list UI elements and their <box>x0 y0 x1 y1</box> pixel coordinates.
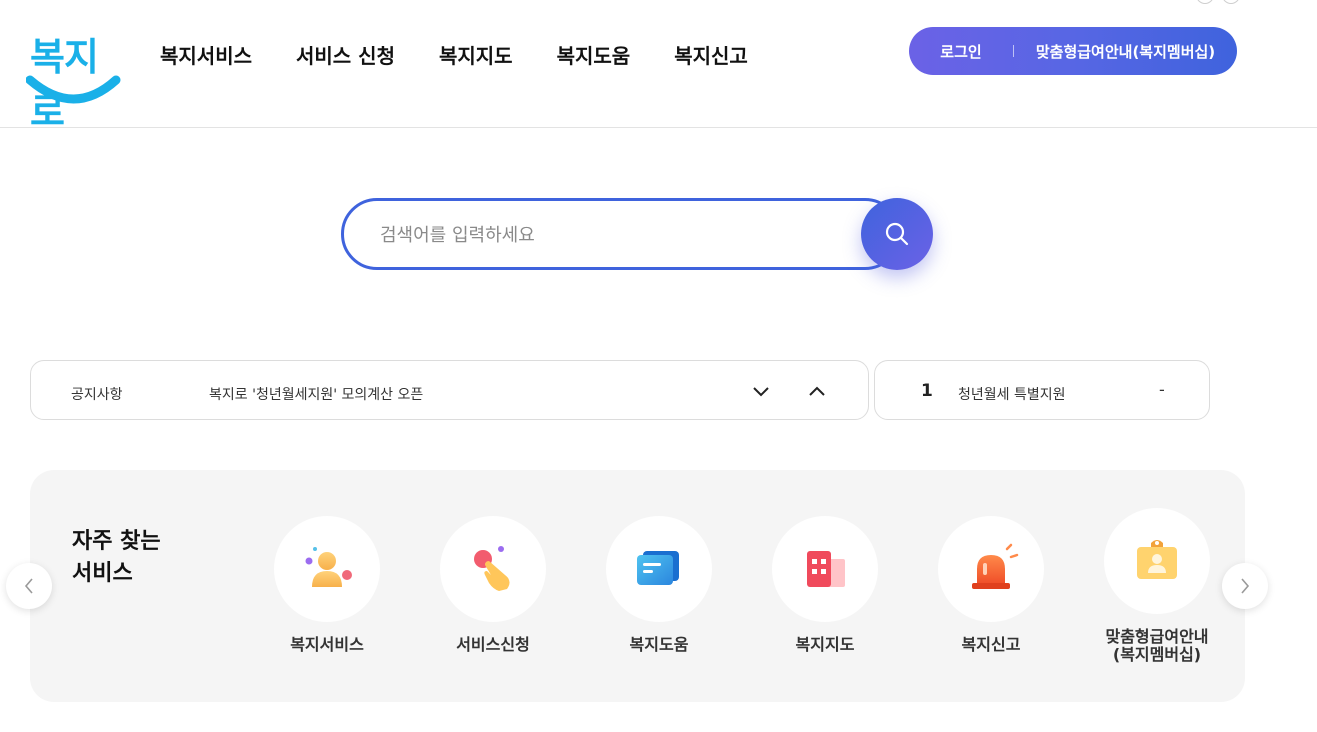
service-label: 복지도움 <box>629 635 689 654</box>
frequent-title-line2: 서비스 <box>72 561 133 586</box>
service-item-service-apply[interactable]: 서비스신청 <box>423 516 563 654</box>
notice-label: 공지사항 <box>71 387 123 403</box>
chevron-right-icon <box>1241 578 1250 594</box>
nav-welfare-report[interactable]: 복지신고 <box>674 40 748 69</box>
service-item-welfare-map[interactable]: 복지지도 <box>755 516 895 654</box>
service-icon-circle <box>606 516 712 622</box>
chevron-left-icon <box>24 578 33 594</box>
notice-text[interactable]: 복지로 '청년월세지원' 모의계산 오픈 <box>209 384 423 404</box>
person-icon <box>305 547 352 587</box>
search-icon <box>885 222 909 246</box>
search-box <box>341 198 901 270</box>
search-button[interactable] <box>861 198 933 270</box>
service-label: 복지지도 <box>795 635 855 654</box>
login-button[interactable]: 로그인 <box>909 41 1013 62</box>
search-bar <box>341 198 933 270</box>
logo[interactable]: 복지로 <box>26 26 122 134</box>
nav-service-apply[interactable]: 서비스 신청 <box>296 40 395 69</box>
frequent-title-line1: 자주 찾는 <box>72 529 161 554</box>
frequent-services: 자주 찾는 서비스 복지서비스 서비스신청 복지도움 복지지도 복지신고 맞춤형… <box>30 470 1245 702</box>
membership-button[interactable]: 맞춤형급여안내(복지멤버십) <box>1014 41 1237 62</box>
message-icon <box>637 551 679 585</box>
notice-prev-button[interactable] <box>807 381 827 401</box>
siren-icon <box>972 543 1019 589</box>
popular-keyword-box[interactable]: 1 청년월세 특별지원 - <box>874 360 1210 420</box>
nav-welfare-help[interactable]: 복지도움 <box>557 40 631 69</box>
notice-bar: 공지사항 복지로 '청년월세지원' 모의계산 오픈 <box>30 360 869 420</box>
logo-smile-icon <box>26 75 121 104</box>
utility-circle-icon[interactable] <box>1196 0 1214 4</box>
service-label-line1: 맞춤형급여안내 <box>1105 627 1209 646</box>
main-nav: 복지서비스 서비스 신청 복지지도 복지도움 복지신고 <box>160 40 792 69</box>
service-icon-circle <box>772 516 878 622</box>
keyword-change: - <box>1159 380 1165 399</box>
building-icon <box>807 551 845 587</box>
service-label: 복지서비스 <box>290 635 364 654</box>
chevron-down-icon <box>753 387 769 397</box>
carousel-prev-button[interactable] <box>6 563 52 609</box>
service-item-welfare-service[interactable]: 복지서비스 <box>257 516 397 654</box>
top-utility <box>1196 0 1240 4</box>
keyword-rank: 1 <box>921 381 933 401</box>
frequent-title: 자주 찾는 서비스 <box>72 526 161 590</box>
service-label: 복지신고 <box>961 635 1021 654</box>
service-item-membership[interactable]: 맞춤형급여안내 (복지멤버십) <box>1087 508 1227 664</box>
nav-welfare-map[interactable]: 복지지도 <box>439 40 513 69</box>
login-pill: 로그인 맞춤형급여안내(복지멤버십) <box>909 27 1237 75</box>
hand-tap-icon <box>474 546 510 591</box>
service-label-line2: (복지멤버십) <box>1112 645 1202 664</box>
notice-next-button[interactable] <box>751 381 771 401</box>
site-header: 복지로 복지서비스 서비스 신청 복지지도 복지도움 복지신고 로그인 맞춤형급… <box>0 0 1317 134</box>
service-icon-circle <box>274 516 380 622</box>
service-icon-circle <box>938 516 1044 622</box>
service-item-welfare-help[interactable]: 복지도움 <box>589 516 729 654</box>
carousel-next-button[interactable] <box>1222 563 1268 609</box>
utility-circle-icon[interactable] <box>1222 0 1240 4</box>
service-icon-circle <box>440 516 546 622</box>
service-label: 맞춤형급여안내 (복지멤버십) <box>1087 628 1227 664</box>
service-label: 서비스신청 <box>456 635 530 654</box>
chevron-up-icon <box>809 386 825 396</box>
service-icon-circle <box>1104 508 1210 614</box>
service-item-welfare-report[interactable]: 복지신고 <box>921 516 1061 654</box>
nav-welfare-service[interactable]: 복지서비스 <box>160 40 252 69</box>
id-badge-icon <box>1137 540 1177 579</box>
keyword-text[interactable]: 청년월세 특별지원 <box>958 384 1066 404</box>
search-input[interactable] <box>380 221 850 249</box>
